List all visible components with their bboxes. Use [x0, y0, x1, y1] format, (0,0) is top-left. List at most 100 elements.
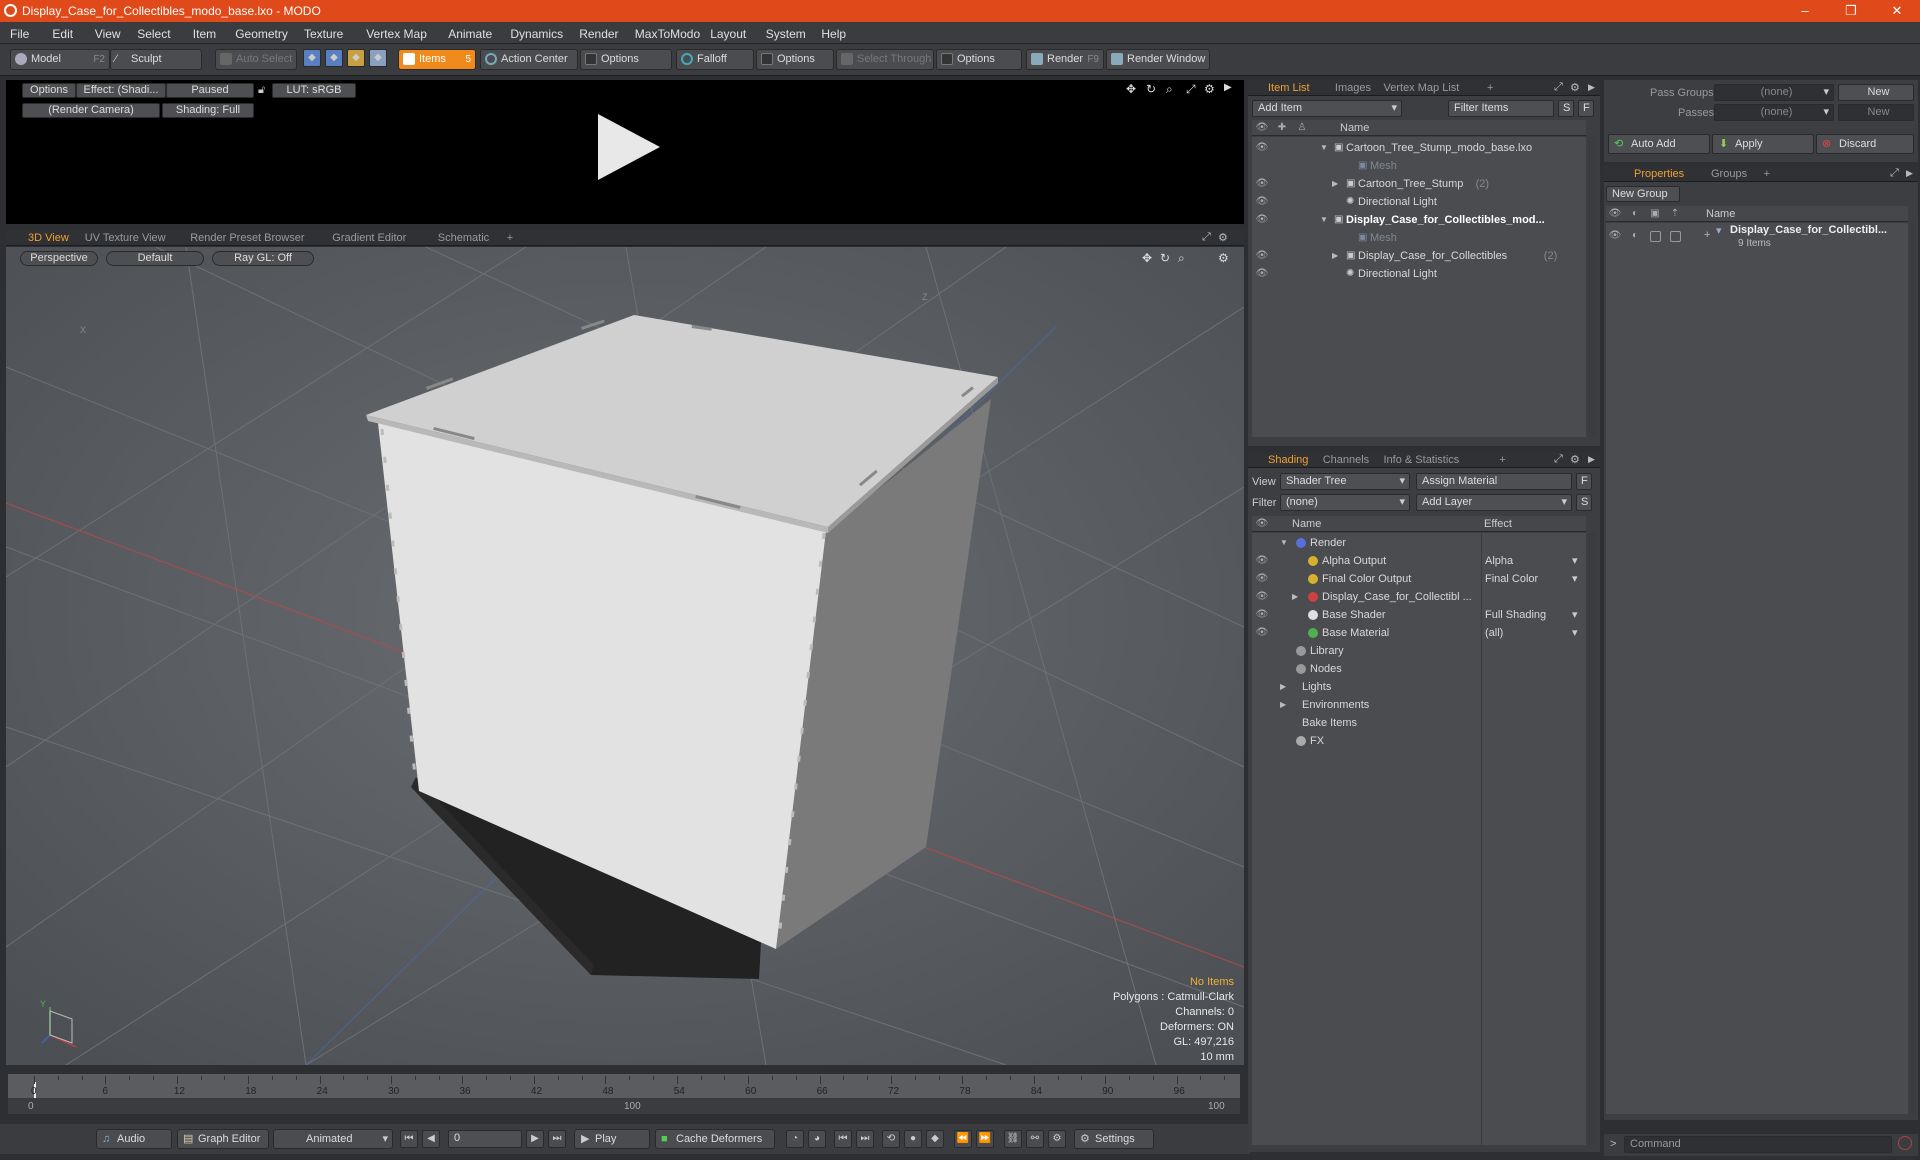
shader-row[interactable]: Bake Items: [1252, 714, 1586, 732]
item-row[interactable]: ▣ Mesh: [1252, 157, 1586, 175]
minimize-button[interactable]: –: [1782, 0, 1828, 22]
render-button[interactable]: Render F9: [1026, 49, 1104, 70]
menu-item-file[interactable]: File: [10, 27, 29, 41]
tab-properties[interactable]: Properties: [1634, 168, 1684, 180]
command-input[interactable]: Command: [1624, 1136, 1892, 1153]
tab-[interactable]: +: [1487, 82, 1493, 94]
channel-link-icon[interactable]: ⛓: [1004, 1130, 1022, 1148]
preview-camera-dropdown[interactable]: (Render Camera): [22, 103, 160, 118]
tab-groups[interactable]: Groups: [1711, 168, 1747, 180]
menu-item-maxtomodo[interactable]: MaxToModo: [635, 27, 700, 41]
shader-row[interactable]: FX: [1252, 732, 1586, 750]
animated-dropdown[interactable]: Animated: [273, 1129, 393, 1149]
preview-effect-dropdown[interactable]: Effect: (Shadi...: [76, 83, 166, 98]
shader-row[interactable]: Nodes: [1252, 660, 1586, 678]
timeline-track[interactable]: [8, 1074, 1240, 1098]
default-style-dropdown[interactable]: Default: [106, 251, 204, 266]
new-pass-button[interactable]: New: [1838, 104, 1914, 121]
render-toggle-icon[interactable]: ◐: [1628, 231, 1642, 241]
shader-row[interactable]: ▶ Lights: [1252, 678, 1586, 696]
filter-s-button[interactable]: S: [1558, 100, 1574, 117]
expand-arrow-icon[interactable]: ▶: [1292, 588, 1298, 606]
last-frame-icon[interactable]: ⏭: [548, 1130, 566, 1148]
chevron-down-icon[interactable]: ▾: [1572, 624, 1578, 642]
expand-arrow-icon[interactable]: ▶: [1332, 175, 1338, 193]
shader-row[interactable]: 👁︎ Final Color Output Final Color ▾: [1252, 570, 1586, 588]
arrow-right-icon[interactable]: ▶: [1224, 82, 1232, 93]
graph-editor-button[interactable]: ▤ Graph Editor: [177, 1129, 269, 1149]
tab-render-preset-browser[interactable]: Render Preset Browser: [190, 232, 304, 244]
tab-uv-texture-view[interactable]: UV Texture View: [85, 232, 166, 244]
add-layer-dropdown[interactable]: Add Layer: [1416, 494, 1572, 511]
falloff-options-button[interactable]: Options: [756, 49, 834, 70]
item-row[interactable]: ▣ Mesh: [1252, 229, 1586, 247]
visibility-icon[interactable]: 👁︎: [1255, 143, 1269, 153]
select-checkbox[interactable]: [1670, 231, 1681, 242]
arrow-right-icon[interactable]: ▶: [1588, 82, 1595, 93]
new-pass-group-button[interactable]: New: [1838, 84, 1914, 101]
gear-icon[interactable]: ⚙: [1218, 231, 1228, 244]
command-history-icon[interactable]: [1898, 1136, 1912, 1150]
perspective-dropdown[interactable]: Perspective: [20, 251, 98, 266]
menu-item-edit[interactable]: Edit: [52, 27, 73, 41]
assign-material-button[interactable]: Assign Material: [1416, 473, 1572, 490]
expand-icon[interactable]: ⤢: [1202, 231, 1211, 244]
group-row[interactable]: 👁︎ ◐ + ▾ Display_Case_for_Collectibl... …: [1606, 223, 1908, 253]
select-through-button[interactable]: Select Through: [836, 49, 934, 70]
tab-schematic[interactable]: Schematic: [438, 232, 489, 244]
item-row[interactable]: 👁︎ ▼ ▣ Cartoon_Tree_Stump_modo_base.lxo: [1252, 139, 1586, 157]
next-frame-icon[interactable]: ▶: [526, 1130, 544, 1148]
item-row[interactable]: 👁︎ ▼ ▣ Display_Case_for_Collectibles_mod...: [1252, 211, 1586, 229]
pan-icon[interactable]: ✥: [1142, 251, 1152, 265]
add-item-dropdown[interactable]: Add Item: [1252, 100, 1402, 117]
pass-groups-dropdown[interactable]: (none): [1714, 84, 1834, 101]
audio-button[interactable]: ♫ Audio: [96, 1129, 172, 1149]
menu-item-item[interactable]: Item: [193, 27, 216, 41]
expand-arrow-icon[interactable]: ▶: [1280, 696, 1286, 714]
preview-shading-dropdown[interactable]: Shading: Full: [162, 103, 254, 118]
preview-paused-button[interactable]: Paused: [166, 83, 254, 98]
effect-dropdown[interactable]: Alpha: [1485, 552, 1513, 570]
fit-icon[interactable]: ⤢: [1186, 82, 1196, 97]
effect-dropdown[interactable]: Final Color: [1485, 570, 1538, 588]
shader-view-dropdown[interactable]: Shader Tree: [1280, 473, 1410, 490]
zoom-icon[interactable]: ⌕: [1166, 82, 1173, 97]
menu-item-select[interactable]: Select: [137, 27, 170, 41]
maximize-button[interactable]: ❐: [1828, 0, 1874, 22]
zoom-icon[interactable]: ⌕: [1178, 251, 1185, 266]
pan-icon[interactable]: ✥: [1126, 82, 1136, 96]
model-mode-button[interactable]: Model F2: [10, 49, 110, 70]
tab-vertex-map-list[interactable]: Vertex Map List: [1384, 82, 1460, 94]
key-icon[interactable]: ◔: [786, 1130, 804, 1148]
keyframe-icon[interactable]: ◆: [926, 1130, 944, 1148]
visibility-icon[interactable]: 👁︎: [1255, 628, 1269, 638]
shader-row[interactable]: 👁︎ Alpha Output Alpha ▾: [1252, 552, 1586, 570]
rotate-icon[interactable]: ↻: [1160, 251, 1170, 265]
expand-icon[interactable]: ⤢: [1554, 453, 1563, 466]
channel-options-icon[interactable]: ⚙: [1048, 1130, 1066, 1148]
chevron-down-icon[interactable]: ▾: [1572, 570, 1578, 588]
shader-row[interactable]: Library: [1252, 642, 1586, 660]
play-icon[interactable]: [596, 114, 662, 180]
chevron-down-icon[interactable]: ▾: [1572, 606, 1578, 624]
tab-3d-view[interactable]: 3D View: [28, 232, 69, 244]
frame-input[interactable]: 0: [448, 1130, 522, 1148]
tab-images[interactable]: Images: [1335, 82, 1371, 94]
menu-item-layout[interactable]: Layout: [710, 27, 746, 41]
settings-button[interactable]: ⚙ Settings: [1074, 1129, 1154, 1149]
channel-filter-icon[interactable]: ⚯: [1026, 1130, 1044, 1148]
tab-item-list[interactable]: Item List: [1268, 82, 1310, 94]
shader-row[interactable]: 👁︎ Base Shader Full Shading ▾: [1252, 606, 1586, 624]
gear-icon[interactable]: ⚙: [1204, 82, 1215, 96]
cache-deformers-button[interactable]: ■ Cache Deformers: [655, 1129, 775, 1149]
filter-items-input[interactable]: Filter Items: [1448, 100, 1554, 117]
expand-icon[interactable]: ⤢: [1554, 81, 1563, 94]
tab-[interactable]: +: [1499, 454, 1505, 466]
lock-checkbox[interactable]: [1650, 231, 1661, 242]
menu-item-vertex-map[interactable]: Vertex Map: [366, 27, 427, 41]
skip-back-icon[interactable]: ⏪: [954, 1130, 972, 1148]
item-row[interactable]: 👁︎ ▶ ▣ Cartoon_Tree_Stump (2): [1252, 175, 1586, 193]
visibility-icon[interactable]: 👁︎: [1255, 610, 1269, 620]
expand-arrow-icon[interactable]: ▼: [1320, 139, 1328, 157]
prev-key-icon[interactable]: ⏮: [834, 1130, 852, 1148]
